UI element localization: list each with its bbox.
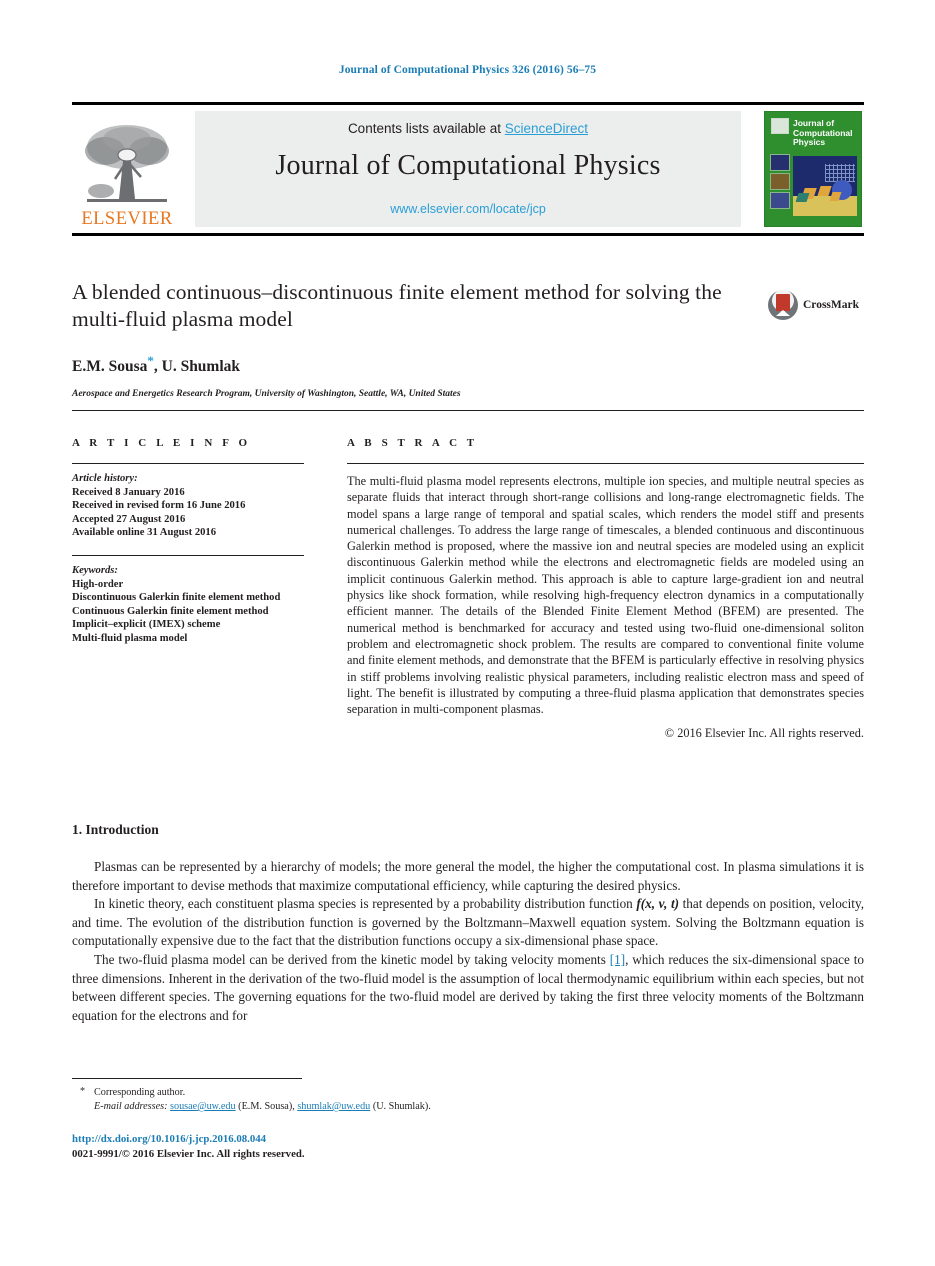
issn-copyright-line: 0021-9991/© 2016 Elsevier Inc. All right… <box>72 1147 305 1160</box>
keyword-item: High-order <box>72 578 124 590</box>
keyword-item: Continuous Galerkin finite element metho… <box>72 605 269 617</box>
email-addresses-label: E-mail addresses: <box>94 1101 168 1112</box>
abstract-column: A B S T R A C T The multi-fluid plasma m… <box>347 437 864 741</box>
masthead-bottom-rule <box>72 233 864 236</box>
article-info-rule <box>72 463 304 464</box>
footnotes: * Corresponding author. E-mail addresses… <box>72 1086 632 1114</box>
cover-block-2 <box>817 186 832 196</box>
body-paragraph: The two-fluid plasma model can be derive… <box>72 951 864 1025</box>
abstract-text: The multi-fluid plasma model represents … <box>347 474 864 717</box>
section-heading-introduction: 1. Introduction <box>72 822 159 837</box>
email-owner-sousa: (E.M. Sousa), <box>238 1101 295 1112</box>
keyword-item: Multi-fluid plasma model <box>72 632 188 644</box>
crossmark-icon <box>768 290 798 320</box>
author-primary: E.M. Sousa <box>72 358 148 376</box>
article-info-column: A R T I C L E I N F O Article history: R… <box>72 437 304 646</box>
cover-strip-2 <box>770 173 790 190</box>
inline-math-distribution-function: f(x, v, t) <box>636 896 680 912</box>
history-item: Available online 31 August 2016 <box>72 527 217 539</box>
running-head: Journal of Computational Physics 326 (20… <box>338 64 597 76</box>
elsevier-logo: ELSEVIER <box>75 110 179 228</box>
footnote-separator-rule <box>72 1078 302 1079</box>
body-paragraph: In kinetic theory, each constituent plas… <box>72 895 864 951</box>
paragraph-text-a: The two-fluid plasma model can be derive… <box>94 951 610 967</box>
corresponding-author-note: * Corresponding author. <box>72 1086 632 1100</box>
keywords-heading: Keywords: <box>72 564 118 576</box>
keyword-item: Discontinuous Galerkin finite element me… <box>72 592 281 604</box>
corresponding-author-text: Corresponding author. <box>94 1087 186 1098</box>
article-history-heading: Article history: <box>72 473 138 484</box>
contents-available-line: Contents lists available at ScienceDirec… <box>195 121 741 136</box>
history-item: Accepted 27 August 2016 <box>72 513 186 525</box>
title-separator-rule <box>72 410 864 411</box>
body-column: 1. Introduction Plasmas can be represent… <box>72 822 864 1025</box>
masthead-panel: Contents lists available at ScienceDirec… <box>195 111 741 227</box>
author-list: E.M. Sousa*, U. Shumlak <box>72 353 762 376</box>
cover-title-text: Journal of Computational Physics <box>793 118 853 147</box>
title-block: A blended continuous–discontinuous finit… <box>72 279 762 399</box>
elsevier-wordmark: ELSEVIER <box>81 208 173 229</box>
paper-page: Journal of Computational Physics 326 (20… <box>0 0 935 1266</box>
abstract-rule <box>347 463 864 464</box>
keywords-group: Keywords: High-order Discontinuous Galer… <box>72 564 304 646</box>
history-item: Received 8 January 2016 <box>72 486 185 498</box>
abstract-heading: A B S T R A C T <box>347 437 478 449</box>
journal-cover-thumbnail[interactable]: Journal of Computational Physics <box>764 111 862 227</box>
crossmark-badge-group[interactable]: CrossMark <box>768 288 868 322</box>
author-secondary: , U. Shumlak <box>153 358 241 376</box>
affiliation: Aerospace and Energetics Research Progra… <box>72 389 461 400</box>
paragraph-text-a: In kinetic theory, each constituent plas… <box>94 896 637 912</box>
email-link-shumlak[interactable]: shumlak@uw.edu <box>297 1101 370 1112</box>
masthead-top-rule <box>72 102 864 105</box>
elsevier-tree-icon <box>85 124 169 202</box>
abstract-copyright: © 2016 Elsevier Inc. All rights reserved… <box>664 726 864 741</box>
contents-prefix: Contents lists available at <box>347 121 505 136</box>
body-paragraph: Plasmas can be represented by a hierarch… <box>72 859 864 893</box>
email-addresses-note: E-mail addresses: sousae@uw.edu (E.M. So… <box>72 1100 632 1114</box>
journal-masthead: ELSEVIER Contents lists available at Sci… <box>72 102 864 236</box>
email-owner-shumlak: (U. Shumlak). <box>372 1101 431 1112</box>
cover-strip-1 <box>770 154 790 171</box>
doi-link[interactable]: http://dx.doi.org/10.1016/j.jcp.2016.08.… <box>72 1132 632 1147</box>
footnote-star-marker: * <box>80 1086 86 1097</box>
article-history-group: Article history: Received 8 January 2016… <box>72 472 304 540</box>
sciencedirect-link[interactable]: ScienceDirect <box>505 121 588 136</box>
crossmark-book-shape <box>776 294 790 316</box>
crossmark-label: CrossMark <box>803 299 860 311</box>
keywords-rule <box>72 554 304 556</box>
journal-homepage-link[interactable]: www.elsevier.com/locate/jcp <box>195 202 741 216</box>
page-title: A blended continuous–discontinuous finit… <box>72 280 722 331</box>
article-info-heading: A R T I C L E I N F O <box>72 437 251 449</box>
journal-title: Journal of Computational Physics <box>275 150 661 181</box>
cover-artwork <box>793 156 857 216</box>
keyword-item: Implicit–explicit (IMEX) scheme <box>72 619 221 631</box>
cover-publisher-mark <box>771 118 789 134</box>
citation-link-1[interactable]: [1] <box>610 952 625 967</box>
email-link-sousa[interactable]: sousae@uw.edu <box>170 1101 236 1112</box>
history-item: Received in revised form 16 June 2016 <box>72 500 246 512</box>
imprint-block: http://dx.doi.org/10.1016/j.jcp.2016.08.… <box>72 1132 632 1161</box>
cover-strip-3 <box>770 192 790 209</box>
